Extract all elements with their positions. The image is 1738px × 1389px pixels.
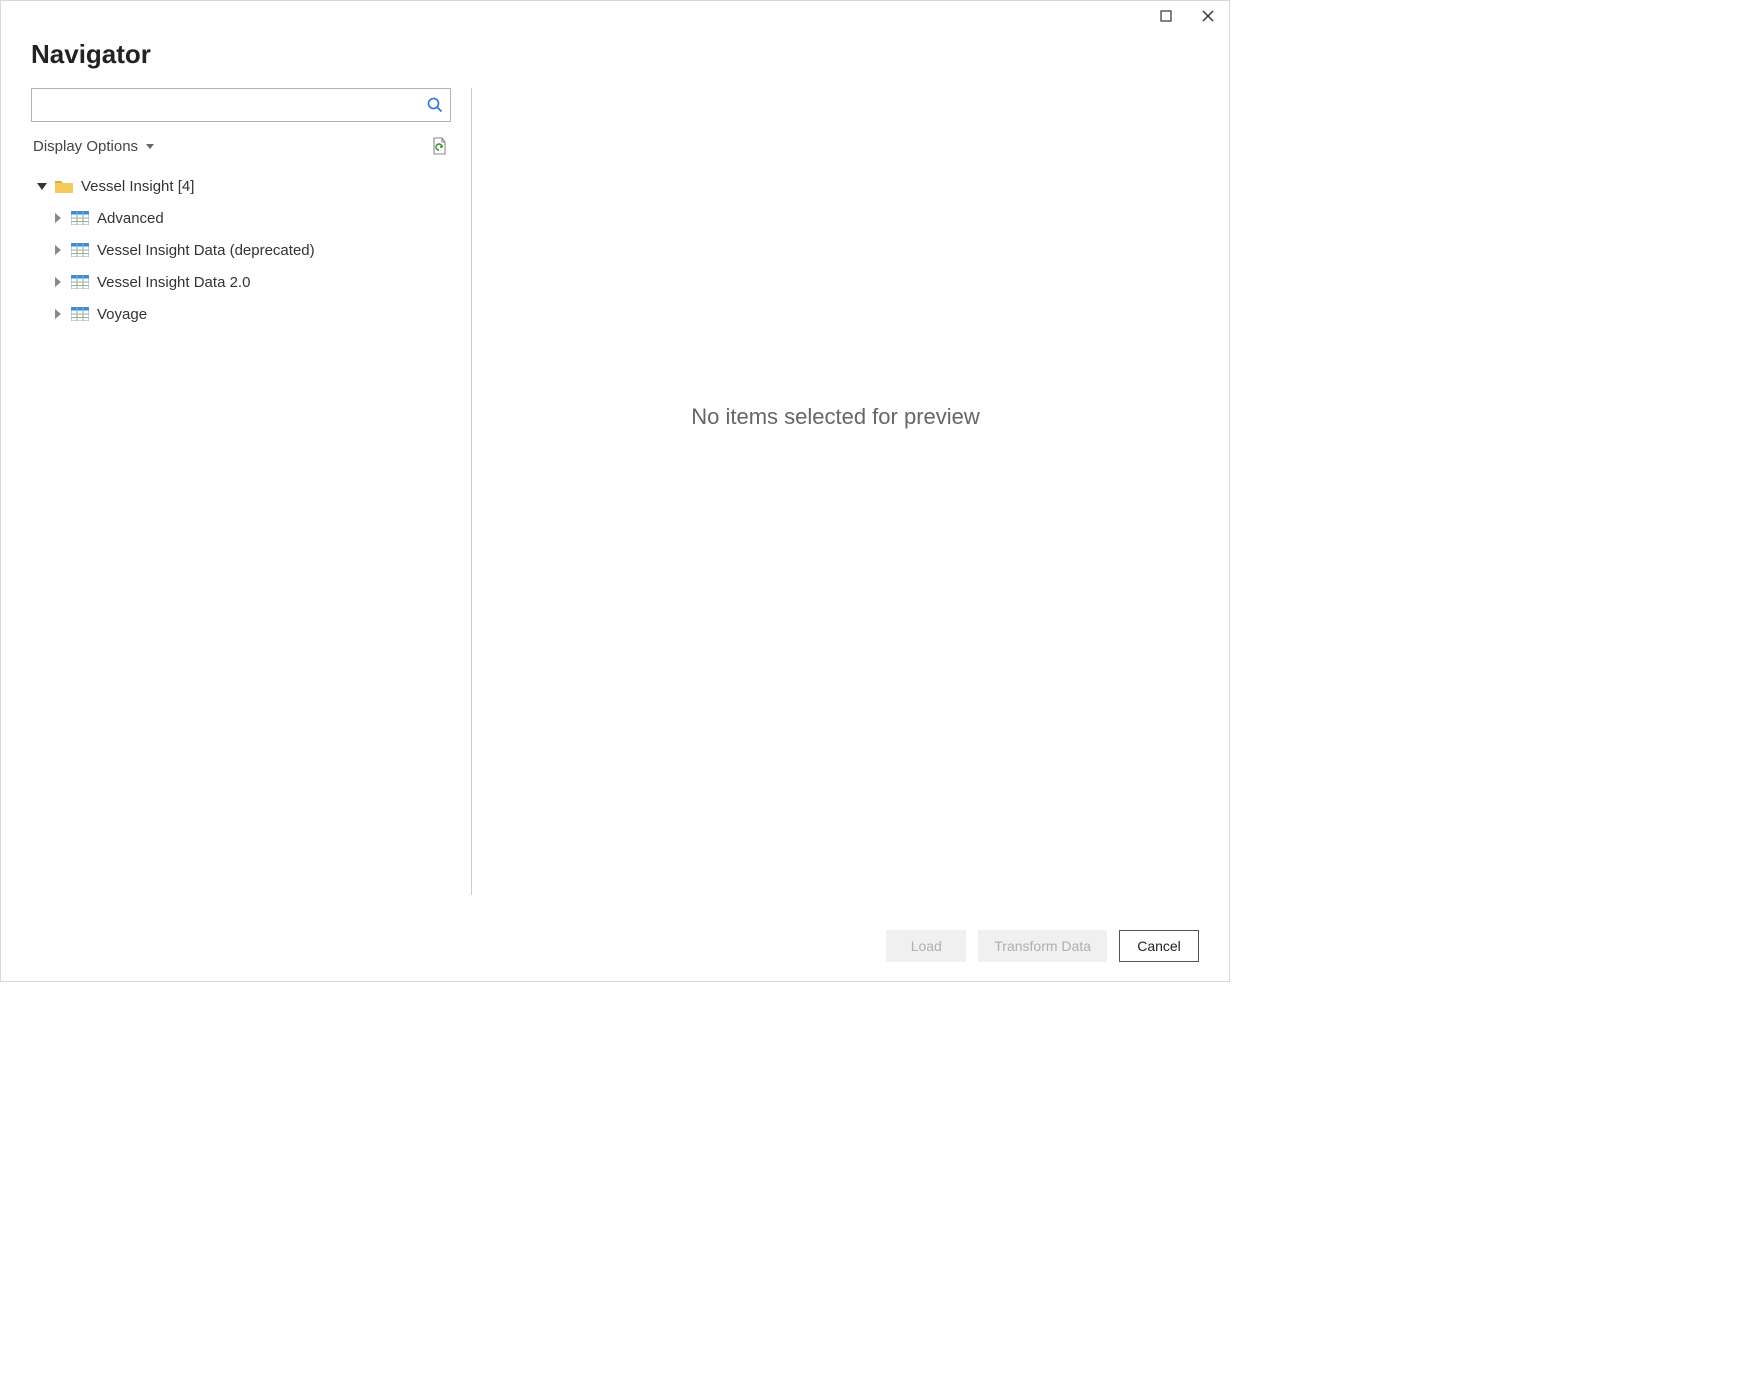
tree-item-voyage[interactable]: Voyage <box>31 298 451 330</box>
display-options-label: Display Options <box>33 138 138 155</box>
close-icon <box>1201 9 1215 23</box>
load-button[interactable]: Load <box>886 930 966 962</box>
dialog-title: Navigator <box>31 39 1199 70</box>
table-icon <box>71 243 89 257</box>
expand-icon[interactable] <box>53 277 63 287</box>
tree-item-label: Voyage <box>97 306 147 323</box>
table-icon <box>71 275 89 289</box>
options-row: Display Options <box>31 136 451 156</box>
tree-item-vessel-insight-data-deprecated[interactable]: Vessel Insight Data (deprecated) <box>31 234 451 266</box>
tree-root-vessel-insight[interactable]: Vessel Insight [4] <box>31 170 451 202</box>
expand-icon[interactable] <box>53 245 63 255</box>
expand-icon[interactable] <box>53 309 63 319</box>
search-input[interactable] <box>40 91 426 119</box>
navigator-dialog: Navigator Display Options <box>0 0 1230 982</box>
cancel-button[interactable]: Cancel <box>1119 930 1199 962</box>
footer: Load Transform Data Cancel <box>1 925 1229 981</box>
chevron-down-icon <box>146 144 154 149</box>
titlebar <box>1 1 1229 31</box>
expand-icon[interactable] <box>53 213 63 223</box>
close-button[interactable] <box>1191 4 1225 28</box>
table-icon <box>71 307 89 321</box>
transform-data-button[interactable]: Transform Data <box>978 930 1107 962</box>
table-icon <box>71 211 89 225</box>
tree-item-label: Vessel Insight Data (deprecated) <box>97 242 315 259</box>
search-icon[interactable] <box>426 96 444 114</box>
tree-root-label: Vessel Insight [4] <box>81 178 194 195</box>
navigator-tree: Vessel Insight [4] Adv <box>31 170 451 330</box>
header: Navigator <box>1 31 1229 80</box>
folder-icon <box>55 179 73 193</box>
tree-item-label: Vessel Insight Data 2.0 <box>97 274 250 291</box>
refresh-button[interactable] <box>429 136 449 156</box>
collapse-icon[interactable] <box>37 181 47 191</box>
search-box[interactable] <box>31 88 451 122</box>
display-options-dropdown[interactable]: Display Options <box>33 138 154 155</box>
refresh-icon <box>430 136 448 156</box>
maximize-button[interactable] <box>1149 4 1183 28</box>
preview-panel: No items selected for preview <box>472 88 1199 925</box>
left-panel: Display Options <box>31 88 451 925</box>
tree-item-label: Advanced <box>97 210 164 227</box>
preview-empty-message: No items selected for preview <box>691 404 980 430</box>
body: Display Options <box>1 80 1229 925</box>
maximize-icon <box>1160 10 1172 22</box>
tree-item-vessel-insight-data-2[interactable]: Vessel Insight Data 2.0 <box>31 266 451 298</box>
tree-item-advanced[interactable]: Advanced <box>31 202 451 234</box>
